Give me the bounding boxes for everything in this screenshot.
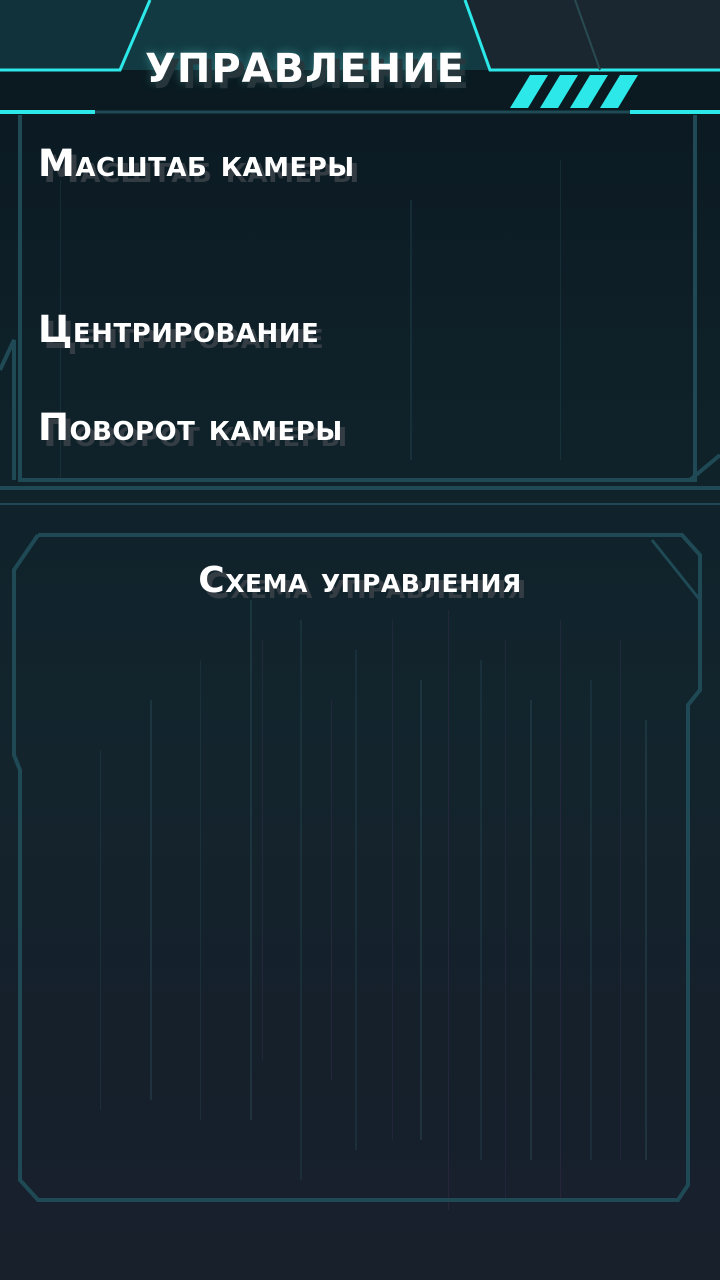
hud-frame — [0, 0, 720, 1202]
camera-zoom-setting[interactable]: Масштаб камеры — [38, 142, 355, 185]
scheme-panel-frame — [12, 533, 702, 1202]
camera-rotation-setting[interactable]: Поворот камеры — [38, 406, 343, 449]
control-scheme-title: Схема управления — [198, 560, 522, 601]
camera-centering-setting[interactable]: Центрирование — [38, 308, 319, 351]
background-streaks — [60, 160, 647, 1210]
page-title: УПРАВЛЕНИЕ — [145, 46, 465, 92]
